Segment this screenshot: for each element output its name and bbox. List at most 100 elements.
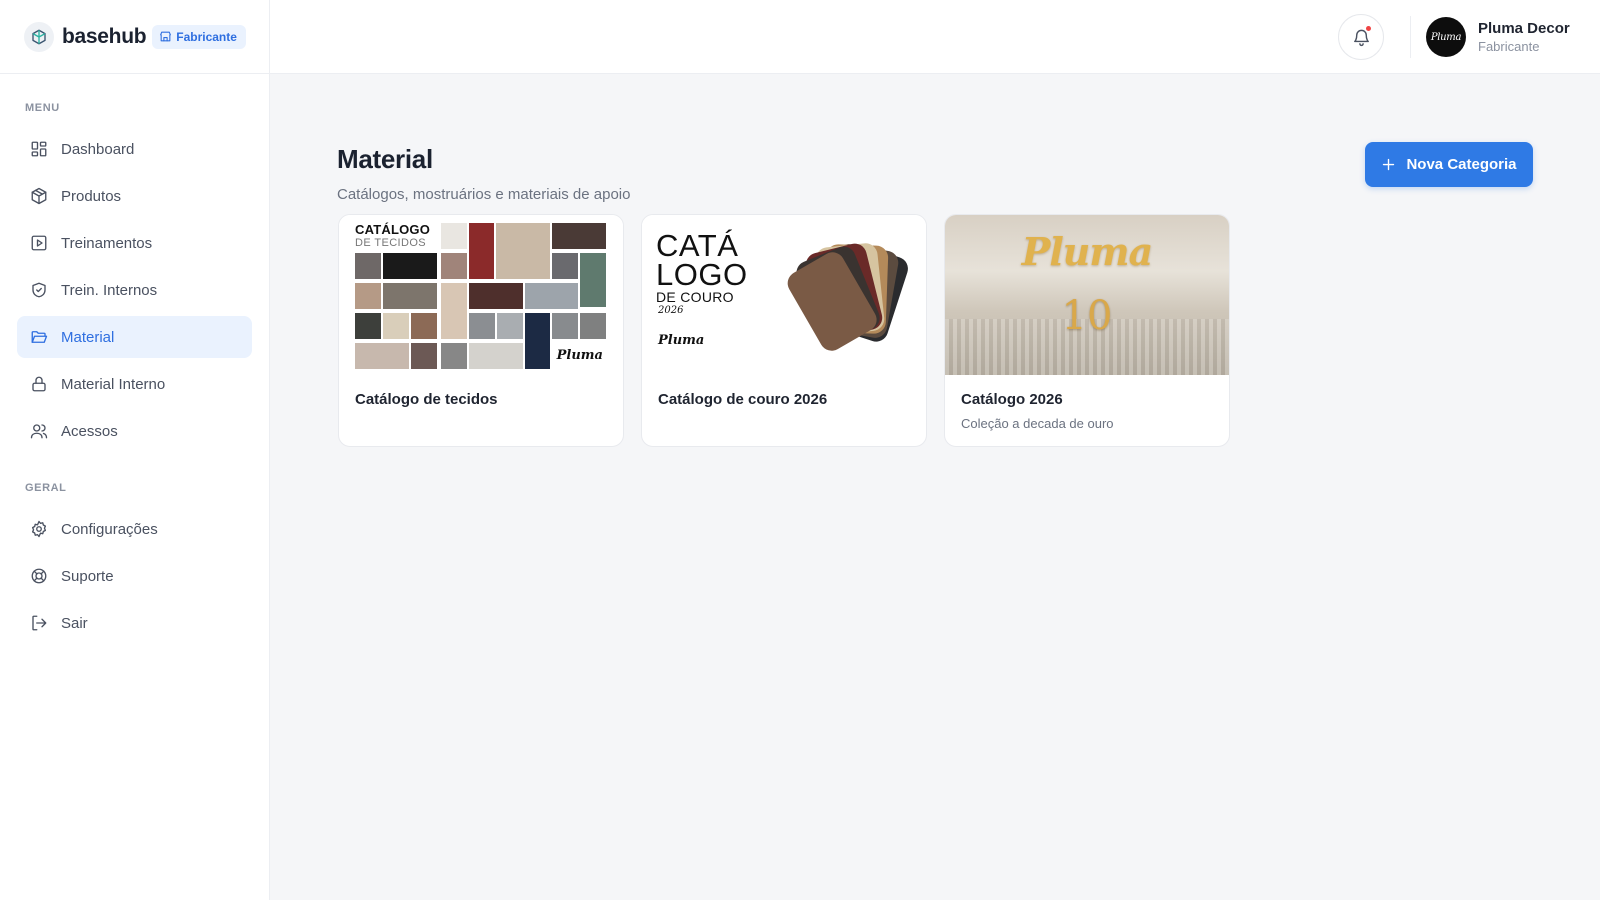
- fabric-swatch: [497, 313, 523, 339]
- general-nav: Configurações Suporte Sair: [0, 508, 269, 644]
- fabric-swatch: [469, 283, 523, 309]
- sidebar-item-trein-internos[interactable]: Trein. Internos: [17, 269, 252, 311]
- card-title: Catálogo de couro 2026: [658, 391, 828, 408]
- sidebar-item-label: Suporte: [61, 567, 114, 585]
- shield-icon: [32, 282, 46, 298]
- thumb-heading: CATÁ LOGO: [656, 228, 748, 292]
- folder-open-icon: [31, 331, 48, 343]
- fabric-swatch: [355, 313, 381, 339]
- material-card[interactable]: CATÁ LOGO DE COURO 2026 Pluma Catálogo d…: [641, 214, 927, 447]
- sidebar-item-label: Produtos: [61, 187, 122, 205]
- notifications-button[interactable]: [1338, 14, 1384, 60]
- users-icon: [30, 424, 48, 439]
- role-badge-label: Fabricante: [176, 29, 237, 44]
- notification-dot: [1366, 26, 1371, 31]
- fabric-swatch: [469, 223, 494, 279]
- sidebar-item-configuracoes[interactable]: Configurações: [17, 508, 252, 550]
- fabric-swatch: [525, 283, 578, 309]
- user-info: Pluma Decor Fabricante: [1478, 20, 1570, 54]
- fabric-swatch: [441, 283, 467, 339]
- thumb-subheading: DE COURO: [656, 289, 734, 305]
- fabric-swatch: [441, 253, 467, 279]
- brand-name[interactable]: basehub: [62, 25, 147, 49]
- sidebar-item-material-interno[interactable]: Material Interno: [17, 363, 252, 405]
- material-card-grid: CATÁLOGO DE TECIDOS Pluma Catálogo de te…: [338, 214, 1230, 447]
- material-card[interactable]: Pluma 10 Catálogo 2026 Coleção a decada …: [944, 214, 1230, 447]
- fabric-swatch: [355, 343, 409, 369]
- sidebar-item-material[interactable]: Material: [17, 316, 252, 358]
- fabric-swatch: [552, 253, 578, 279]
- card-description: Coleção a decada de ouro: [961, 416, 1114, 431]
- sidebar-item-label: Acessos: [61, 422, 118, 440]
- fabric-swatch: [469, 343, 523, 369]
- fabric-swatch: [552, 313, 578, 339]
- fabric-swatch: [383, 253, 437, 279]
- store-icon: [160, 31, 172, 42]
- role-badge: Fabricante: [152, 24, 246, 49]
- fabric-swatch: [411, 313, 437, 339]
- top-header: Pluma Pluma Decor Fabricante: [270, 0, 1600, 74]
- sidebar-item-produtos[interactable]: Produtos: [17, 175, 252, 217]
- new-category-label: Nova Categoria: [1406, 156, 1517, 173]
- brand-logo-icon[interactable]: [24, 21, 54, 52]
- fabric-swatch: [355, 283, 381, 309]
- avatar: Pluma: [1426, 17, 1466, 57]
- card-title: Catálogo de tecidos: [355, 391, 498, 408]
- thumb-brand-logo: Pluma: [658, 333, 705, 348]
- user-menu[interactable]: Pluma Pluma Decor Fabricante: [1426, 17, 1570, 57]
- lock-icon: [32, 376, 46, 392]
- new-category-button[interactable]: Nova Categoria: [1365, 142, 1533, 187]
- material-card[interactable]: CATÁLOGO DE TECIDOS Pluma Catálogo de te…: [338, 214, 624, 447]
- page-subtitle: Catálogos, mostruários e materiais de ap…: [337, 186, 631, 203]
- thumb-brand-logo: Pluma: [1021, 229, 1153, 274]
- user-role: Fabricante: [1478, 39, 1540, 54]
- sidebar-item-label: Dashboard: [61, 140, 135, 158]
- menu-nav: Dashboard Produtos Treinamentos Trein. I…: [0, 128, 269, 452]
- fabric-swatch: [552, 223, 606, 249]
- sidebar-item-label: Trein. Internos: [61, 281, 158, 299]
- fabric-swatch: [469, 313, 495, 339]
- card-thumbnail-couro: CATÁ LOGO DE COURO 2026 Pluma: [642, 215, 926, 375]
- gear-icon: [31, 520, 47, 538]
- card-title: Catálogo 2026: [961, 391, 1063, 408]
- fabric-swatch: [525, 313, 550, 369]
- thumb-heading-line2: LOGO: [656, 257, 748, 292]
- sidebar-item-label: Material Interno: [61, 375, 166, 393]
- sidebar-item-treinamentos[interactable]: Treinamentos: [17, 222, 252, 264]
- box-icon: [31, 187, 47, 205]
- brand: basehub Fabricante: [0, 0, 269, 74]
- thumb-heading-line1: CATÁ: [656, 228, 739, 263]
- thumb-anniversary-number: 10: [1061, 293, 1113, 339]
- fabric-swatch: [355, 253, 381, 279]
- fabric-swatch: [411, 343, 437, 369]
- sidebar-item-suporte[interactable]: Suporte: [17, 555, 252, 597]
- plus-icon: [1383, 158, 1395, 171]
- fabric-swatch: [496, 223, 550, 279]
- sidebar-item-label: Sair: [61, 614, 88, 632]
- menu-section-label: MENU: [25, 102, 60, 114]
- page-title: Material: [337, 144, 433, 174]
- leather-swatch-fan: [787, 243, 908, 351]
- sidebar-item-label: Material: [61, 328, 115, 346]
- thumb-heading: CATÁLOGO: [355, 222, 431, 237]
- fabric-swatch: [383, 283, 437, 309]
- card-thumbnail-2026: Pluma 10: [945, 215, 1229, 375]
- sidebar-item-sair[interactable]: Sair: [17, 602, 252, 644]
- user-name: Pluma Decor: [1478, 20, 1570, 37]
- thumb-brand-logo: Pluma: [554, 348, 605, 363]
- fabric-swatch: [383, 313, 409, 339]
- thumb-subheading: DE TECIDOS: [355, 237, 427, 249]
- card-thumbnail-tecidos: CATÁLOGO DE TECIDOS Pluma: [339, 215, 623, 375]
- logout-icon: [32, 615, 47, 631]
- lifebuoy-icon: [31, 568, 47, 584]
- thumb-year: 2026: [658, 305, 684, 316]
- sidebar-item-label: Configurações: [61, 520, 158, 538]
- fabric-swatch: [441, 343, 467, 369]
- sidebar-item-dashboard[interactable]: Dashboard: [17, 128, 252, 170]
- header-divider: [1410, 16, 1411, 58]
- fabric-swatch: [441, 223, 467, 249]
- grid-icon: [31, 141, 47, 157]
- fabric-swatch: [580, 313, 606, 339]
- sidebar-item-acessos[interactable]: Acessos: [17, 410, 252, 452]
- general-section-label: GERAL: [25, 482, 67, 494]
